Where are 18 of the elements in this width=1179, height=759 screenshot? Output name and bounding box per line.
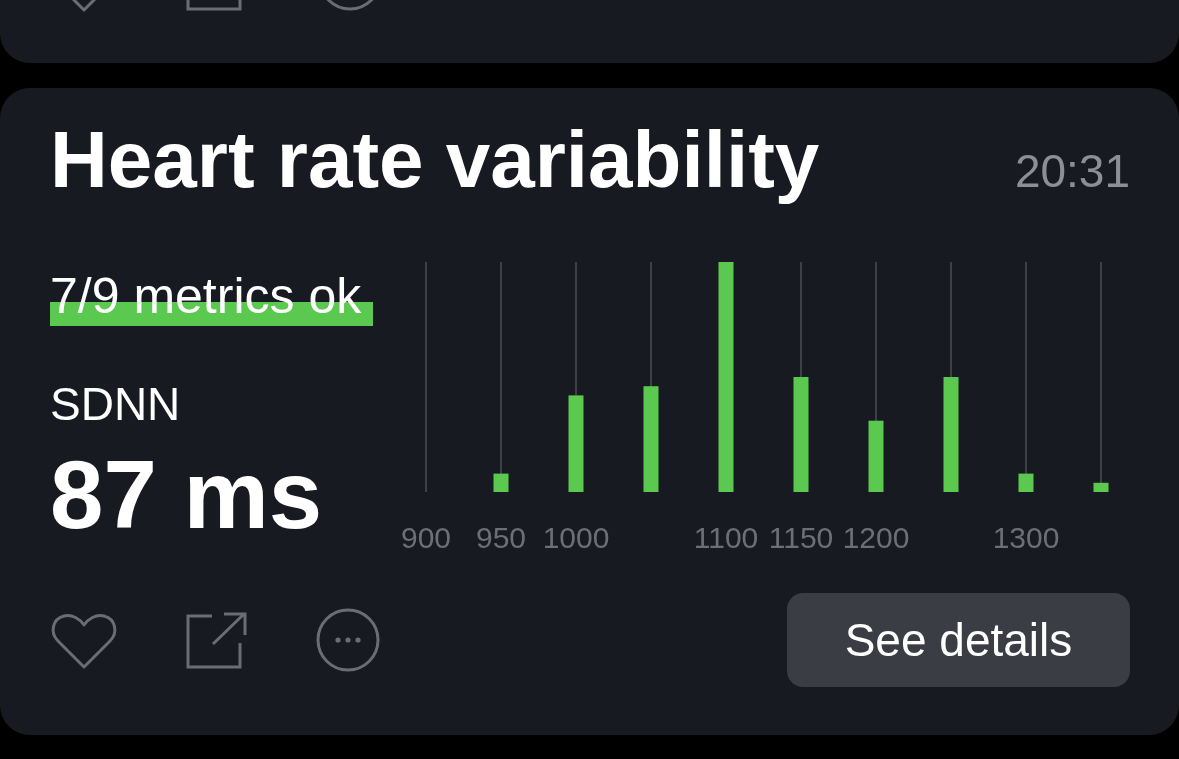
- histogram-bar: [868, 420, 884, 492]
- metric-value: 87 ms: [50, 447, 323, 543]
- axis-tick-label: 1100: [693, 521, 759, 554]
- share-icon[interactable]: [186, 0, 242, 11]
- see-details-button[interactable]: See details: [787, 593, 1130, 687]
- timestamp: 20:31: [1014, 148, 1130, 194]
- axis-tick-label: 1200: [842, 521, 910, 554]
- axis-tick-label: 1150: [768, 521, 834, 554]
- axis-tick-label: 950: [475, 521, 527, 554]
- axis-tick-label: 1300: [992, 521, 1060, 554]
- metric-label: SDNN: [50, 381, 181, 427]
- share-icon[interactable]: [186, 611, 248, 669]
- more-icon[interactable]: [316, 608, 380, 672]
- axis-tick-label: 900: [400, 521, 452, 554]
- histogram-bar: [1093, 482, 1109, 492]
- histogram-bar: [1018, 473, 1034, 492]
- axis-tick-label: 1000: [542, 521, 610, 554]
- histogram-bar: [493, 473, 509, 492]
